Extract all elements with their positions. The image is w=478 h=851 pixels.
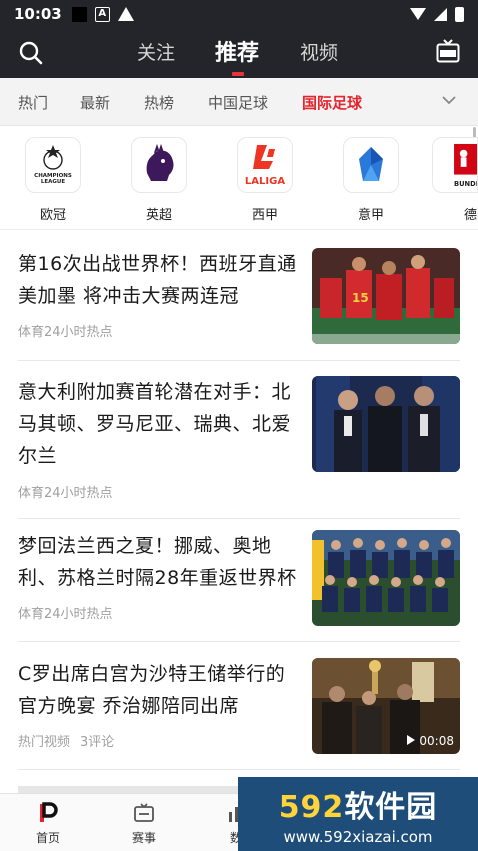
news-title[interactable]: 梦回法兰西之夏！挪威、奥地利、苏格兰时隔28年重返世界杯 [18,530,300,594]
news-title[interactable]: 意大利附加赛首轮潜在对手：北马其顿、罗马尼亚、瑞典、北爱尔兰 [18,376,300,472]
category-latest[interactable]: 最新 [80,92,110,113]
chevron-down-icon[interactable] [442,93,456,107]
nav-label: 赛事 [131,831,156,845]
comment-count: 3评论 [80,735,115,750]
home-icon [40,802,58,822]
news-feed: 第16次出战世界杯！西班牙直通美加墨 将冲击大赛两连冠 体育24小时热点 15 [0,231,478,794]
league-label: 意甲 [357,208,384,223]
active-tab-indicator [232,72,244,76]
video-duration: 00:08 [419,734,454,748]
nav-home[interactable]: 首页 [18,802,78,846]
top-header: 关注 推荐 视频 [0,28,478,78]
serie-a-logo-icon [343,137,399,193]
notification-a-icon: A [94,6,110,22]
notification-square-icon [71,6,87,22]
league-label: 欧冠 [39,208,66,223]
svg-text:BUNDE: BUNDE [454,180,477,188]
app-root: 10:03 A 关注 推荐 视频 热门 最新 热榜 中国足球 国际足球 CHAM… [0,0,478,851]
nav-label: 首页 [35,831,60,845]
category-hot[interactable]: 热门 [18,92,48,113]
tab-follow[interactable]: 关注 [137,38,175,65]
category-ranking[interactable]: 热榜 [144,92,174,113]
live-tv-icon[interactable] [436,38,460,64]
video-thumbnail[interactable]: 00:08 [312,658,460,754]
tab-recommend[interactable]: 推荐 [215,35,259,67]
league-label: 英超 [145,208,172,223]
status-time: 10:03 [14,5,62,23]
match-tv-icon [134,803,154,822]
news-thumbnail[interactable]: 15 [312,248,460,344]
news-source: 体育24小时热点 [18,325,113,340]
league-seriea[interactable]: 意甲 [326,137,416,223]
battery-icon [455,6,464,22]
news-title[interactable]: 第16次出战世界杯！西班牙直通美加墨 将冲击大赛两连冠 [18,248,300,312]
league-label: 德 [464,208,478,223]
news-item[interactable]: C罗出席白宫为沙特王储举行的官方晚宴 乔治娜陪同出席 热门视频 3评论 00:0… [18,658,460,770]
status-bar: 10:03 A [0,0,478,28]
premier-league-logo-icon [131,137,187,193]
site-watermark: 592软件园 www.592xiazai.com [238,777,478,851]
news-title[interactable]: C罗出席白宫为沙特王储举行的官方晚宴 乔治娜陪同出席 [18,658,300,722]
news-source: 体育24小时热点 [18,607,113,622]
league-bundesliga[interactable]: BUNDE 德 [432,137,478,223]
category-intl-football[interactable]: 国际足球 [302,92,362,113]
news-item[interactable]: 意大利附加赛首轮潜在对手：北马其顿、罗马尼亚、瑞典、北爱尔兰 体育24小时热点 [18,376,460,519]
league-ucl[interactable]: CHAMPIONS LEAGUE 欧冠 [8,137,98,223]
league-label: 西甲 [251,208,278,223]
tab-video[interactable]: 视频 [300,38,338,65]
category-china-football[interactable]: 中国足球 [208,92,268,113]
league-laliga[interactable]: LALIGA 西甲 [220,137,310,223]
watermark-url: www.592xiazai.com [283,828,433,846]
champions-league-logo-icon: CHAMPIONS LEAGUE [25,137,81,193]
signal-icon [434,7,447,21]
news-source: 体育24小时热点 [18,486,113,501]
search-icon[interactable] [18,40,44,66]
warning-icon [117,7,134,21]
nav-matches[interactable]: 赛事 [114,802,174,846]
news-thumbnail[interactable] [312,376,460,472]
watermark-number: 592 [278,790,345,825]
category-bar: 热门 最新 热榜 中国足球 国际足球 [0,78,478,126]
svg-text:15: 15 [352,291,369,305]
watermark-text: 软件园 [344,790,438,825]
news-source: 热门视频 [18,735,71,750]
news-thumbnail[interactable] [312,530,460,626]
league-epl[interactable]: 英超 [114,137,204,223]
laliga-logo-icon: LALIGA [237,137,293,193]
wifi-icon [410,8,426,20]
league-row: CHAMPIONS LEAGUE 欧冠 英超 LALIGA 西甲 意甲 BUND… [0,127,478,230]
news-item[interactable]: 第16次出战世界杯！西班牙直通美加墨 将冲击大赛两连冠 体育24小时热点 15 [18,248,460,361]
watermark-title: 592软件园 [279,782,438,826]
svg-text:LALIGA: LALIGA [245,176,285,187]
svg-text:LEAGUE: LEAGUE [41,179,65,185]
bundesliga-logo-icon: BUNDE [432,137,478,193]
news-item[interactable]: 梦回法兰西之夏！挪威、奥地利、苏格兰时隔28年重返世界杯 体育24小时热点 [18,530,460,642]
